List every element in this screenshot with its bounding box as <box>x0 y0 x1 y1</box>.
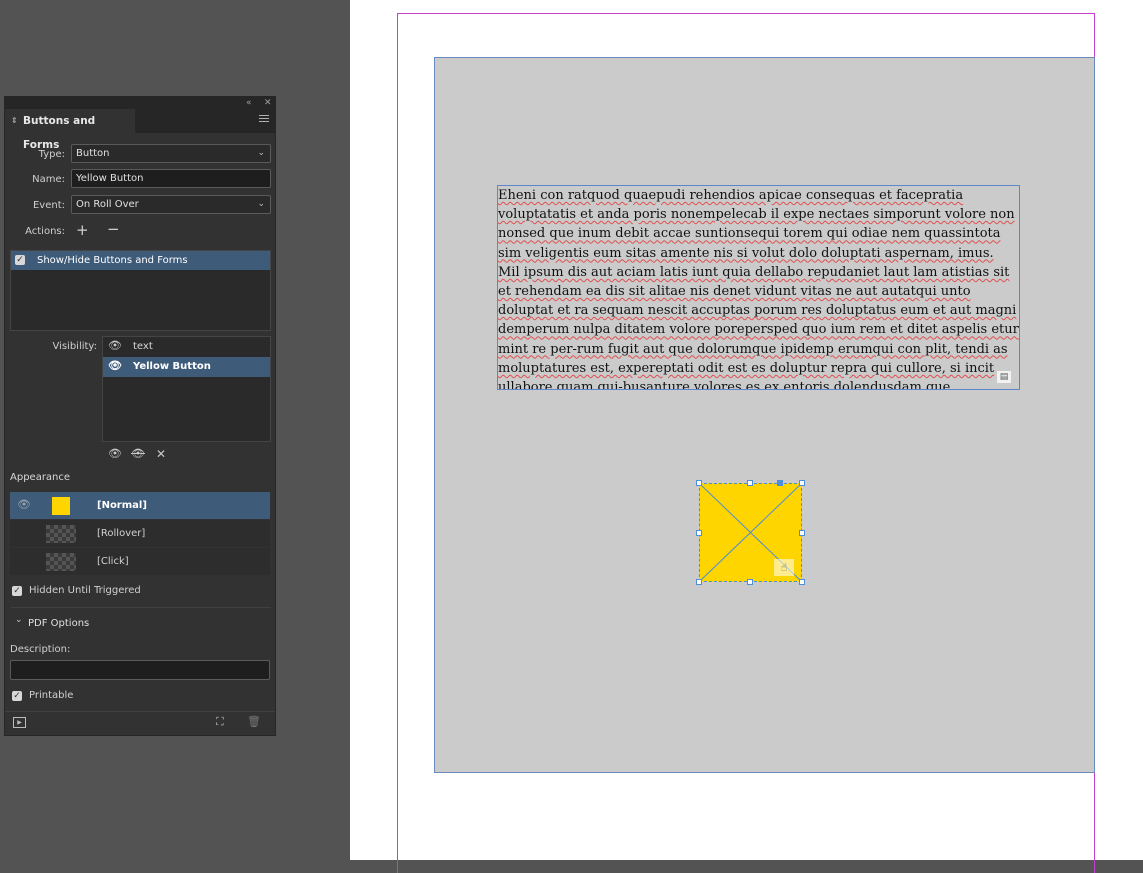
actions-list: ✓ Show/Hide Buttons and Forms <box>10 250 271 331</box>
description-label: Description: <box>10 644 71 655</box>
up-down-arrows-icon: ⇕ <box>11 116 18 125</box>
name-label: Name: <box>32 174 65 185</box>
type-label: Type: <box>38 149 65 160</box>
visibility-item[interactable]: 👁 Yellow Button <box>103 357 270 377</box>
add-action-icon[interactable]: + <box>76 221 89 239</box>
event-value: On Roll Over <box>76 199 139 210</box>
normal-state-swatch <box>52 497 70 515</box>
eye-icon[interactable]: 👁 <box>108 359 122 372</box>
selection-handle[interactable] <box>696 579 702 585</box>
selection-handle[interactable] <box>747 579 753 585</box>
description-field[interactable] <box>10 660 270 680</box>
panel-tab-strip: ⇕ Buttons and Forms <box>5 109 275 151</box>
printable-label: Printable <box>29 690 74 701</box>
selection-handle[interactable] <box>696 530 702 536</box>
visibility-label: Visibility: <box>52 341 97 352</box>
selection-handle[interactable] <box>747 480 753 486</box>
appearance-state-normal[interactable]: 👁 [Normal] <box>10 492 270 519</box>
action-item-label: Show/Hide Buttons and Forms <box>37 255 188 266</box>
buttons-and-forms-panel: « ✕ ⇕ Buttons and Forms Type: Button ⌄ N… <box>4 96 276 736</box>
visibility-list: 👁 text 👁 Yellow Button <box>102 336 271 442</box>
yellow-button-object[interactable]: ☝ <box>699 483 802 582</box>
show-icon[interactable]: 👁 <box>108 447 122 460</box>
panel-footer: ▶ ⛶ 🗑 <box>5 711 275 736</box>
double-chevron-left-icon[interactable]: « <box>246 97 252 109</box>
button-hand-icon: ☝ <box>774 559 794 576</box>
text-overflow-icon[interactable]: ▤ <box>997 371 1011 383</box>
appearance-state-label: [Normal] <box>97 500 147 511</box>
chevron-down-icon: ⌄ <box>257 199 265 209</box>
action-item[interactable]: ✓ Show/Hide Buttons and Forms <box>11 251 270 270</box>
actions-label: Actions: <box>25 226 65 237</box>
chevron-down-icon: ⌄ <box>257 148 265 158</box>
selection-handle[interactable] <box>799 480 805 486</box>
action-enabled-checkbox[interactable]: ✓ <box>15 255 25 265</box>
click-state-swatch <box>46 553 76 571</box>
tab-buttons-and-forms[interactable]: ⇕ Buttons and Forms <box>5 109 135 151</box>
name-value: Yellow Button <box>76 173 144 184</box>
chevron-down-icon[interactable]: ⌄ <box>15 615 23 625</box>
eye-icon[interactable]: 👁 <box>17 498 31 511</box>
rollover-state-swatch <box>46 525 76 543</box>
remove-action-icon[interactable]: − <box>107 220 120 238</box>
event-label: Event: <box>32 200 65 211</box>
visibility-item[interactable]: 👁 text <box>103 337 270 356</box>
no-change-icon[interactable]: ✕ <box>156 447 166 461</box>
type-dropdown[interactable]: Button ⌄ <box>71 144 271 163</box>
panel-title-bar[interactable]: « ✕ <box>5 97 275 109</box>
hidden-until-triggered-checkbox[interactable]: ✓ <box>12 586 22 596</box>
text-frame[interactable]: Eheni con ratquod quaepudi rehendios api… <box>497 185 1020 390</box>
section-divider <box>11 607 271 608</box>
event-dropdown[interactable]: On Roll Over ⌄ <box>71 195 271 214</box>
trash-icon[interactable]: 🗑 <box>247 715 261 728</box>
convert-object-icon[interactable]: ⛶ <box>216 715 224 729</box>
body-paragraph: Eheni con ratquod quaepudi rehendios api… <box>498 188 1015 261</box>
hide-icon[interactable]: 👁 <box>131 447 145 460</box>
close-icon[interactable]: ✕ <box>264 97 272 109</box>
selection-handle[interactable] <box>799 579 805 585</box>
selection-handle[interactable] <box>696 480 702 486</box>
appearance-state-label: [Click] <box>97 556 129 567</box>
visibility-item-label: text <box>133 341 153 352</box>
appearance-state-rollover[interactable]: [Rollover] <box>10 520 270 547</box>
hamburger-menu-icon[interactable] <box>259 115 269 125</box>
type-value: Button <box>76 148 110 159</box>
eye-icon[interactable]: 👁 <box>108 339 122 352</box>
body-paragraph: Mil ipsum dis aut aciam latis iunt quia … <box>498 264 1019 390</box>
hidden-until-triggered-label: Hidden Until Triggered <box>29 585 141 596</box>
name-field[interactable]: Yellow Button <box>71 169 271 188</box>
gray-rectangle-frame[interactable] <box>434 57 1095 773</box>
appearance-label: Appearance <box>10 472 71 483</box>
printable-checkbox[interactable]: ✓ <box>12 691 22 701</box>
pdf-options-label[interactable]: PDF Options <box>28 618 89 629</box>
selection-handle[interactable] <box>799 530 805 536</box>
selection-handle[interactable] <box>777 480 783 486</box>
preview-icon[interactable]: ▶ <box>13 717 26 728</box>
appearance-state-label: [Rollover] <box>97 528 146 539</box>
visibility-item-label: Yellow Button <box>133 361 211 372</box>
appearance-state-click[interactable]: [Click] <box>10 548 270 575</box>
